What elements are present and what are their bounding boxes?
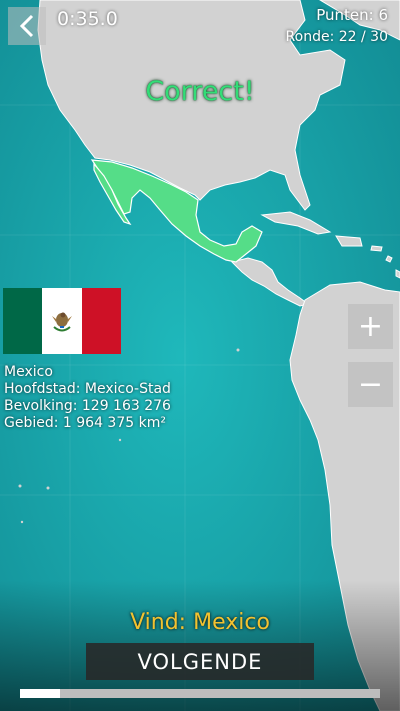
- country-area: Gebied: 1 964 375 km²: [4, 415, 166, 431]
- score-label: Punten: 6: [316, 6, 388, 24]
- country-population: Bevolking: 129 163 276: [4, 398, 171, 414]
- zoom-out-button[interactable]: −: [348, 362, 393, 407]
- zoom-in-button[interactable]: +: [348, 304, 393, 349]
- country-capital: Hoofdstad: Mexico-Stad: [4, 381, 171, 397]
- progress-bar: [20, 689, 380, 698]
- country-flag: [3, 288, 121, 354]
- round-label: Ronde: 22 / 30: [285, 29, 388, 45]
- chevron-left-icon: [19, 14, 34, 38]
- feedback-message: Correct!: [145, 76, 255, 107]
- eagle-emblem-icon: [51, 312, 72, 332]
- country-info: Mexico Hoofdstad: Mexico-Stad Bevolking:…: [4, 364, 171, 432]
- plus-icon: +: [357, 309, 384, 344]
- find-prompt: Vind: Mexico: [130, 610, 270, 635]
- next-button[interactable]: VOLGENDE: [86, 643, 314, 680]
- progress-fill: [20, 689, 60, 698]
- flag-stripe-white: [42, 288, 82, 354]
- minus-icon: −: [357, 367, 384, 402]
- back-button[interactable]: [8, 7, 46, 45]
- game-screen: 0:35.0 Punten: 6 Ronde: 22 / 30 Correct!…: [0, 0, 400, 711]
- timer-readout: 0:35.0: [57, 8, 118, 30]
- flag-stripe-red: [81, 288, 121, 354]
- country-name: Mexico: [4, 364, 53, 380]
- flag-stripe-green: [3, 288, 43, 354]
